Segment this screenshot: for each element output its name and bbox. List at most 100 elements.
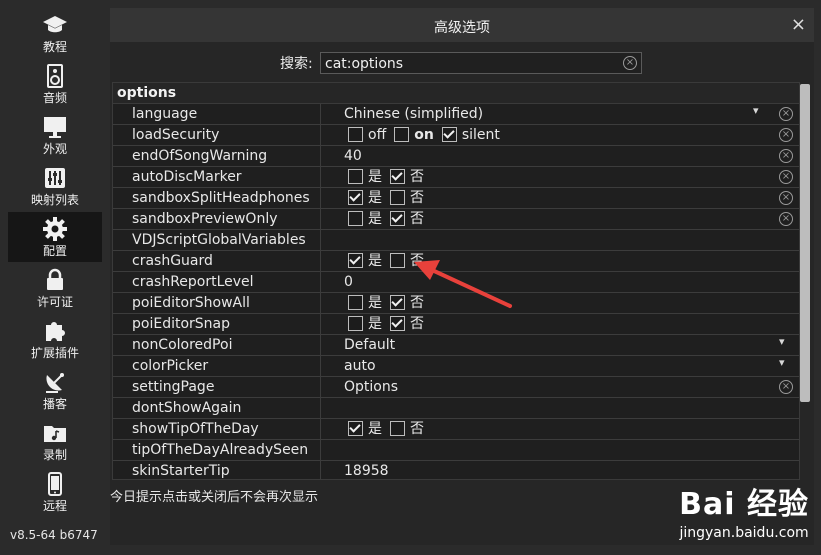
checkbox-unchecked[interactable] [390, 420, 405, 436]
phone-icon [48, 472, 62, 496]
text-value: Options [344, 379, 399, 395]
option-value[interactable] [344, 230, 774, 250]
footer-note: 今日提示点击或关闭后不会再次显示 [110, 490, 319, 505]
checkbox-label: 是 [368, 316, 382, 332]
option-row[interactable]: language Chinese (simplified) ▾ × [113, 104, 799, 125]
option-value[interactable]: 40 [344, 146, 774, 166]
option-row[interactable]: sandboxPreviewOnly 是否 × [113, 209, 799, 230]
checkbox-checked[interactable] [390, 168, 405, 184]
option-value[interactable] [344, 398, 774, 418]
checkbox-unchecked[interactable] [348, 315, 363, 331]
vertical-scrollbar[interactable] [800, 84, 810, 402]
reset-value-icon[interactable]: × [779, 212, 793, 226]
reset-value-icon[interactable]: × [779, 170, 793, 184]
checkbox-checked[interactable] [390, 210, 405, 226]
search-box: × [320, 52, 642, 74]
sidebar-item-config[interactable]: 配置 [8, 212, 102, 262]
option-value[interactable]: Options [344, 377, 774, 397]
option-name: crashGuard [113, 251, 321, 271]
option-row[interactable]: autoDiscMarker 是否 × [113, 167, 799, 188]
checkbox-unchecked[interactable] [348, 126, 363, 142]
option-value[interactable] [344, 440, 774, 460]
option-name: dontShowAgain [113, 398, 321, 418]
checkbox-unchecked[interactable] [348, 168, 363, 184]
option-name: tipOfTheDayAlreadySeen [113, 440, 321, 460]
option-value[interactable]: 是否 [344, 188, 774, 208]
reset-value-icon[interactable]: × [779, 191, 793, 205]
close-button[interactable]: × [791, 14, 806, 35]
reset-value-icon[interactable]: × [779, 107, 793, 121]
option-row[interactable]: sandboxSplitHeadphones 是否 × [113, 188, 799, 209]
sidebar-item-podcast[interactable]: 播客 [8, 365, 102, 415]
option-row[interactable]: tipOfTheDayAlreadySeen [113, 440, 799, 461]
option-row[interactable]: skinStarterTip 18958 [113, 461, 799, 479]
option-value[interactable]: 0 [344, 272, 774, 292]
option-value[interactable]: 是否 [344, 251, 774, 271]
reset-value-icon[interactable]: × [779, 149, 793, 163]
checkbox-unchecked[interactable] [390, 252, 405, 268]
graduation-cap-icon [43, 16, 67, 33]
sidebar-item-label: 配置 [42, 244, 67, 258]
checkbox-label: 是 [368, 190, 382, 206]
checkbox-checked[interactable] [441, 126, 457, 142]
chevron-down-icon[interactable]: ▾ [779, 335, 785, 348]
option-row[interactable]: VDJScriptGlobalVariables [113, 230, 799, 251]
option-name: showTipOfTheDay [113, 419, 321, 439]
sidebar-item-mapping[interactable]: 映射列表 [8, 161, 102, 211]
option-row[interactable]: crashGuard 是否 [113, 251, 799, 272]
option-value[interactable]: Chinese (simplified) [344, 104, 774, 124]
search-input[interactable] [323, 54, 619, 74]
option-row[interactable]: showTipOfTheDay 是否 [113, 419, 799, 440]
advanced-options-dialog: 高级选项 × 搜索: × options language Chinese (si… [110, 8, 814, 545]
sidebar-item-plugins[interactable]: 扩展插件 [8, 314, 102, 364]
checkbox-checked[interactable] [390, 294, 405, 310]
checkbox-checked[interactable] [390, 315, 405, 331]
checkbox-label: 否 [410, 295, 424, 311]
option-row[interactable]: colorPicker auto ▾ [113, 356, 799, 377]
folder-music-icon [44, 426, 66, 442]
option-row[interactable]: settingPage Options × [113, 377, 799, 398]
sidebar-item-license[interactable]: 许可证 [8, 263, 102, 313]
sidebar-item-audio[interactable]: 音频 [8, 59, 102, 109]
checkbox-unchecked[interactable] [348, 294, 363, 310]
chevron-down-icon[interactable]: ▾ [779, 356, 785, 369]
sidebar-item-tutorial[interactable]: 教程 [8, 8, 102, 58]
option-name: skinStarterTip [113, 461, 321, 479]
sidebar-item-appearance[interactable]: 外观 [8, 110, 102, 160]
option-value[interactable]: 是否 [344, 314, 774, 334]
option-row[interactable]: poiEditorSnap 是否 [113, 314, 799, 335]
option-row[interactable]: crashReportLevel 0 [113, 272, 799, 293]
checkbox-unchecked[interactable] [394, 126, 410, 142]
checkbox-unchecked[interactable] [390, 189, 405, 205]
chevron-down-icon[interactable]: ▾ [753, 104, 759, 117]
reset-value-icon[interactable]: × [779, 380, 793, 394]
option-row[interactable]: loadSecurity off on silent × [113, 125, 799, 146]
option-row[interactable]: dontShowAgain [113, 398, 799, 419]
sidebar-item-remote[interactable]: 远程 [8, 467, 102, 517]
option-value[interactable]: 18958 [344, 461, 774, 479]
option-value[interactable]: off on silent [344, 125, 774, 145]
dialog-titlebar: 高级选项 × [110, 8, 814, 42]
option-value[interactable]: Default [344, 335, 774, 355]
checkbox-unchecked[interactable] [348, 210, 363, 226]
option-row[interactable]: nonColoredPoi Default ▾ [113, 335, 799, 356]
option-value[interactable]: 是否 [344, 209, 774, 229]
option-row[interactable]: poiEditorShowAll 是否 [113, 293, 799, 314]
option-value[interactable]: auto [344, 356, 774, 376]
checkbox-checked[interactable] [348, 189, 363, 205]
checkbox-checked[interactable] [348, 252, 363, 268]
sidebar-item-label: 播客 [42, 397, 67, 411]
watermark-brand: Bai 经验 [679, 487, 809, 522]
option-row[interactable]: endOfSongWarning 40 × [113, 146, 799, 167]
dialog-title: 高级选项 [434, 20, 490, 36]
checkbox-checked[interactable] [348, 420, 363, 436]
option-value[interactable]: 是否 [344, 293, 774, 313]
search-clear-icon[interactable]: × [623, 56, 637, 70]
sidebar-item-label: 外观 [42, 142, 67, 156]
reset-value-icon[interactable]: × [779, 128, 793, 142]
sidebar-item-record[interactable]: 录制 [8, 416, 102, 466]
checkbox-label: 是 [368, 169, 382, 185]
checkbox-label: 是 [368, 421, 382, 437]
option-value[interactable]: 是否 [344, 419, 774, 439]
option-value[interactable]: 是否 [344, 167, 774, 187]
